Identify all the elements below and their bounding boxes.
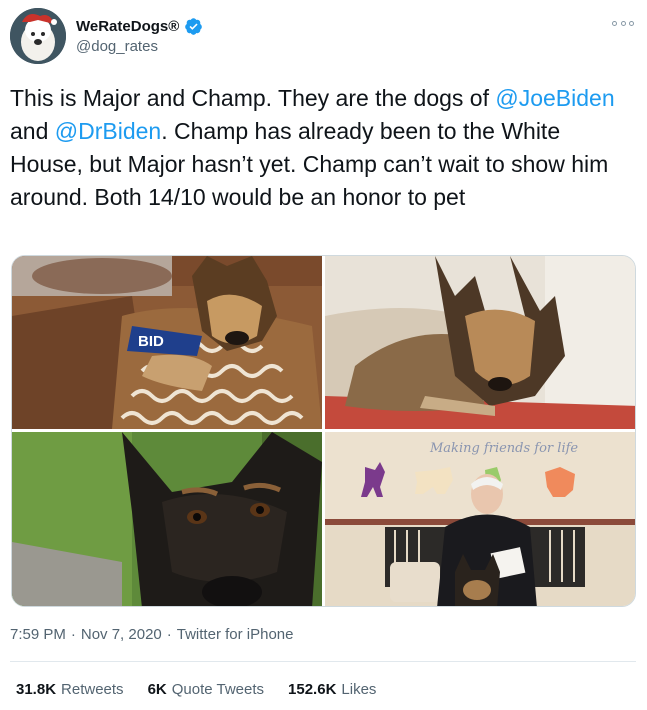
mention-joebiden-link[interactable]: @JoeBiden (495, 85, 614, 111)
divider (10, 661, 636, 662)
photo-3[interactable] (12, 432, 322, 606)
tweet-date[interactable]: Nov 7, 2020 (81, 626, 162, 643)
photo-4[interactable]: Making friends for life (325, 432, 635, 606)
tweet-text-part: This is Major and Champ. They are the do… (10, 85, 496, 111)
tweet-text-part: and (10, 118, 55, 144)
tweet-stats: 31.8K Retweets 6K Quote Tweets 152.6K Li… (16, 681, 376, 698)
tweet-meta: 7:59 PM · Nov 7, 2020 · Twitter for iPho… (10, 626, 293, 643)
likes-count: 152.6K (288, 681, 337, 698)
quote-tweets-label: Quote Tweets (171, 681, 265, 698)
retweets-count: 31.8K (16, 681, 57, 698)
account-handle[interactable]: @dog_rates (76, 38, 158, 55)
photo-grid: BID Making friends for life (11, 255, 636, 607)
sign-text: BID (138, 333, 164, 350)
name-row: WeRateDogs® (76, 17, 203, 36)
photo-1[interactable]: BID (12, 256, 322, 429)
quote-tweets-count: 6K (147, 681, 167, 698)
tweet-time[interactable]: 7:59 PM (10, 626, 66, 643)
more-dot (612, 20, 617, 26)
meta-separator: · (70, 626, 76, 643)
photo-2[interactable] (325, 256, 635, 429)
likes-label: Likes (341, 681, 377, 698)
avatar[interactable] (10, 8, 66, 64)
photo-caption: Making friends for life (429, 441, 578, 456)
display-name[interactable]: WeRateDogs® (76, 18, 179, 35)
likes-stat[interactable]: 152.6K Likes (288, 681, 376, 698)
tweet-source-link[interactable]: Twitter for iPhone (177, 626, 294, 643)
tweet-header: WeRateDogs® @dog_rates (10, 8, 638, 66)
mention-drbiden-link[interactable]: @DrBiden (55, 118, 161, 144)
meta-separator: · (166, 626, 172, 643)
tweet-text: This is Major and Champ. They are the do… (10, 82, 632, 214)
more-dot (629, 20, 634, 26)
retweets-stat[interactable]: 31.8K Retweets (16, 681, 124, 698)
more-dot (620, 20, 626, 26)
more-options-icon[interactable] (612, 16, 634, 30)
retweets-label: Retweets (61, 681, 124, 698)
quote-tweets-stat[interactable]: 6K Quote Tweets (148, 681, 264, 698)
verified-badge-icon (185, 18, 203, 35)
